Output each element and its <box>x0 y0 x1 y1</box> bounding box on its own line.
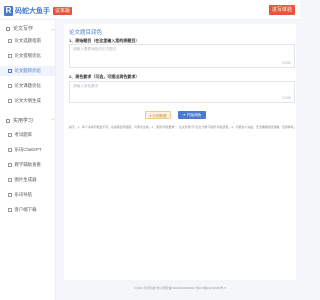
sidebar-item-label: 图片生成器 <box>14 177 37 182</box>
tips-text: 提示：1、每个请求可能会不同，在提醒您何使用，可再次生成。2、使用“润色要求”，… <box>69 125 295 129</box>
sidebar-item-title-optimize[interactable]: 论文题目优化 <box>0 66 55 76</box>
example-data-button[interactable]: ♦ 示例数据 <box>145 111 171 119</box>
polish-requirement-label: 2、润色要求（可选，可提出润色要求） <box>69 74 140 79</box>
sidebar-item-outline-generate[interactable]: 论文大纲生成 <box>0 96 55 106</box>
doc-icon <box>8 69 12 73</box>
doc-icon <box>8 84 12 88</box>
book-icon <box>6 118 10 123</box>
sidebar-item-label: 论文课题优化 <box>14 83 41 88</box>
sidebar: 论文写作 ︿ 论文选题指南 论文提纲优化 论文题目优化 论文课题优化 论文大纲生… <box>0 20 56 300</box>
app-logo[interactable]: R 码蛇大鱼手 议本版 <box>4 5 73 16</box>
version-badge: 议本版 <box>53 6 73 15</box>
chevron-up-icon: ︿ <box>51 25 56 31</box>
sidebar-group-study[interactable]: 实用学习 ﹀ <box>6 117 55 124</box>
input-placeholder: 请输入需要润色的论文题目 <box>73 47 117 51</box>
main-panel: 论文题目润色 1、原始题目（在这里输入您的原题目） 请输入需要润色的论文题目 0… <box>64 24 296 280</box>
sidebar-group-label: 实用学习 <box>13 118 34 124</box>
compass-icon <box>8 193 12 197</box>
sidebar-item-label: 教学辅助查看 <box>14 162 41 167</box>
sidebar-item-label: 论文题目优化 <box>14 68 41 73</box>
sidebar-item-label: 客户端下载 <box>14 207 37 212</box>
top-header: R 码蛇大鱼手 议本版 进写体验 <box>0 0 300 20</box>
chat-icon <box>8 148 12 152</box>
list-icon <box>8 133 12 137</box>
sidebar-item-outline-optimize[interactable]: 论文提纲优化 <box>0 51 55 61</box>
page-title: 论文题目润色 <box>69 30 103 36</box>
sidebar-item-client-download[interactable]: 客户端下载 <box>0 205 55 215</box>
doc-icon <box>8 99 12 103</box>
sidebar-item-chatgpt[interactable]: 乐讯ChatGPT <box>0 145 55 155</box>
polish-requirement-input[interactable]: 请输入润色要求 0/150 <box>69 81 295 103</box>
sidebar-item-subject-optimize[interactable]: 论文课题优化 <box>0 81 55 91</box>
eye-icon <box>8 163 12 167</box>
doc-icon <box>8 39 12 43</box>
sidebar-item-label: 论文大纲生成 <box>14 98 41 103</box>
footer-copyright: ©2023 乐讯科技 浙公网安备33010602009000 浙ICP备1304… <box>134 286 226 290</box>
doc-icon <box>8 54 12 58</box>
logo-icon: R <box>4 5 13 16</box>
sidebar-group-label: 论文写作 <box>13 26 34 32</box>
chevron-down-icon: ﹀ <box>51 117 56 123</box>
sidebar-item-label: 乐讯导航 <box>14 192 33 197</box>
sidebar-item-image-generator[interactable]: 图片生成器 <box>0 175 55 185</box>
pen-icon <box>6 26 10 31</box>
start-polish-button[interactable]: ✦ 开始润色 <box>178 111 206 119</box>
char-counter: 0/150 <box>282 96 292 100</box>
input-placeholder: 请输入润色要求 <box>73 84 99 88</box>
sidebar-item-navigation[interactable]: 乐讯导航 <box>0 190 55 200</box>
sidebar-item-label: 乐讯ChatGPT <box>14 147 42 152</box>
header-action-button[interactable]: 进写体验 <box>268 5 295 15</box>
sidebar-item-label: 论文提纲优化 <box>14 53 41 58</box>
download-icon <box>8 208 12 212</box>
sidebar-item-label: 论文选题指南 <box>14 38 41 43</box>
sidebar-item-topic-guide[interactable]: 论文选题指南 <box>0 36 55 46</box>
original-title-input[interactable]: 请输入需要润色的论文题目 0/150 <box>69 44 295 68</box>
sidebar-item-label: 考试题库 <box>14 132 33 137</box>
sidebar-item-teaching-aid[interactable]: 教学辅助查看 <box>0 160 55 170</box>
image-icon <box>8 178 12 182</box>
char-counter: 0/150 <box>282 61 292 65</box>
sidebar-item-exam-bank[interactable]: 考试题库 <box>0 130 55 140</box>
sidebar-group-writing[interactable]: 论文写作 ︿ <box>6 25 55 32</box>
app-name: 码蛇大鱼手 <box>15 7 50 15</box>
